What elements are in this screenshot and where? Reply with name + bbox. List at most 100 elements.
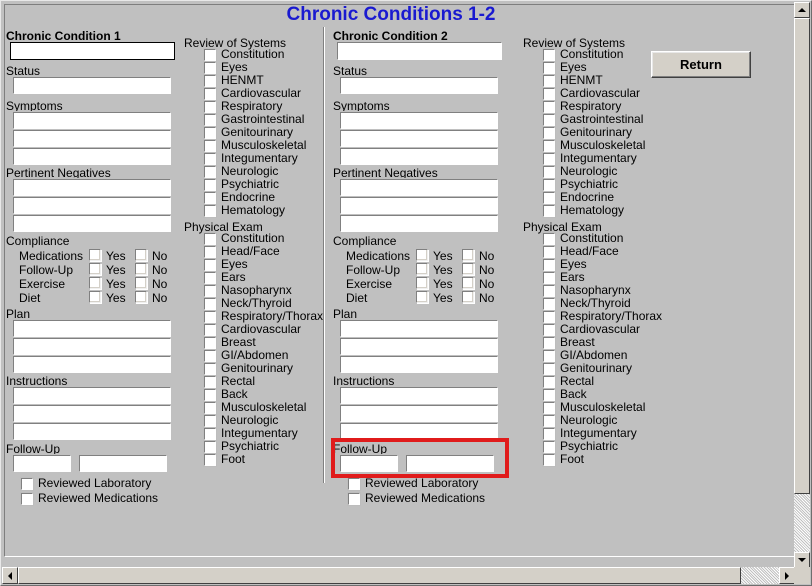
checkbox-box[interactable] xyxy=(542,349,556,363)
compliance-no-checkbox-1-3[interactable] xyxy=(135,277,147,289)
symptoms-input-1-2[interactable] xyxy=(12,129,172,148)
plan-input-2-1[interactable] xyxy=(339,319,499,338)
checkbox-box[interactable] xyxy=(542,297,556,311)
checkbox-box[interactable] xyxy=(347,477,361,491)
checkbox-box[interactable] xyxy=(542,362,556,376)
checkbox-box[interactable] xyxy=(542,139,556,153)
checkbox-box[interactable] xyxy=(203,310,217,324)
compliance-no-checkbox-2-4[interactable] xyxy=(462,291,474,303)
checkbox-box[interactable] xyxy=(542,178,556,192)
instructions-input-2-2[interactable] xyxy=(339,404,499,423)
checkbox-box[interactable] xyxy=(542,204,556,218)
checkbox-box[interactable] xyxy=(203,401,217,415)
instructions-input-1-3[interactable] xyxy=(12,422,172,441)
checkbox-box[interactable] xyxy=(203,297,217,311)
checkbox-box[interactable] xyxy=(542,427,556,441)
status-input-2[interactable] xyxy=(339,76,499,95)
checkbox-box[interactable] xyxy=(542,100,556,114)
symptoms-input-2-1[interactable] xyxy=(339,111,499,130)
checkbox-box[interactable] xyxy=(542,113,556,127)
checkbox-box[interactable] xyxy=(542,323,556,337)
compliance-yes-checkbox-1-4[interactable] xyxy=(89,291,101,303)
checkbox-box[interactable] xyxy=(203,232,217,246)
plan-input-1-1[interactable] xyxy=(12,319,172,338)
checkbox-box[interactable] xyxy=(203,414,217,428)
checkbox-box[interactable] xyxy=(203,284,217,298)
compliance-no-checkbox-1-1[interactable] xyxy=(135,249,147,261)
scroll-left-button[interactable] xyxy=(2,567,18,584)
horizontal-scroll-thumb[interactable] xyxy=(18,567,741,584)
instructions-input-1-1[interactable] xyxy=(12,386,172,405)
follow-up-input-2-2[interactable] xyxy=(405,454,495,473)
instructions-input-2-3[interactable] xyxy=(339,422,499,441)
checkbox-box[interactable] xyxy=(542,191,556,205)
compliance-yes-checkbox-2-4[interactable] xyxy=(416,291,428,303)
checkbox-box[interactable] xyxy=(203,271,217,285)
checkbox-box[interactable] xyxy=(203,74,217,88)
compliance-yes-checkbox-1-3[interactable] xyxy=(89,277,101,289)
checkbox-box[interactable] xyxy=(203,375,217,389)
checkbox-box[interactable] xyxy=(542,258,556,272)
compliance-no-checkbox-1-2[interactable] xyxy=(135,263,147,275)
follow-up-input-2-1[interactable] xyxy=(339,454,399,473)
checkbox-box[interactable] xyxy=(203,126,217,140)
checkbox-box[interactable] xyxy=(542,440,556,454)
checkbox-box[interactable] xyxy=(542,74,556,88)
checkbox-box[interactable] xyxy=(542,232,556,246)
checkbox-box[interactable] xyxy=(203,87,217,101)
checkbox-box[interactable] xyxy=(20,492,34,506)
instructions-input-1-2[interactable] xyxy=(12,404,172,423)
pertinent-negatives-input-1-3[interactable] xyxy=(12,214,172,233)
compliance-no-checkbox-2-1[interactable] xyxy=(462,249,474,261)
checkbox-box[interactable] xyxy=(542,126,556,140)
compliance-no-checkbox-1-4[interactable] xyxy=(135,291,147,303)
pertinent-negatives-input-2-3[interactable] xyxy=(339,214,499,233)
checkbox-box[interactable] xyxy=(203,178,217,192)
checkbox-box[interactable] xyxy=(542,414,556,428)
horizontal-scrollbar[interactable] xyxy=(2,567,795,584)
follow-up-input-1-1[interactable] xyxy=(12,454,72,473)
checkbox-box[interactable] xyxy=(347,492,361,506)
checkbox-box[interactable] xyxy=(203,165,217,179)
compliance-yes-checkbox-2-2[interactable] xyxy=(416,263,428,275)
condition-2-input[interactable] xyxy=(336,41,503,61)
checkbox-box[interactable] xyxy=(542,87,556,101)
checkbox-box[interactable] xyxy=(203,139,217,153)
pertinent-negatives-input-2-2[interactable] xyxy=(339,196,499,215)
checkbox-box[interactable] xyxy=(542,245,556,259)
symptoms-input-2-3[interactable] xyxy=(339,147,499,166)
checkbox-box[interactable] xyxy=(542,152,556,166)
plan-input-2-3[interactable] xyxy=(339,355,499,374)
checkbox-box[interactable] xyxy=(203,113,217,127)
pertinent-negatives-input-2-1[interactable] xyxy=(339,178,499,197)
checkbox-box[interactable] xyxy=(542,388,556,402)
status-input-1[interactable] xyxy=(12,76,172,95)
symptoms-input-2-2[interactable] xyxy=(339,129,499,148)
checkbox-box[interactable] xyxy=(203,388,217,402)
compliance-yes-checkbox-1-2[interactable] xyxy=(89,263,101,275)
checkbox-box[interactable] xyxy=(203,362,217,376)
compliance-yes-checkbox-2-3[interactable] xyxy=(416,277,428,289)
checkbox-box[interactable] xyxy=(203,349,217,363)
scroll-right-button[interactable] xyxy=(779,567,795,584)
pertinent-negatives-input-1-2[interactable] xyxy=(12,196,172,215)
scroll-down-button[interactable] xyxy=(794,552,810,568)
checkbox-box[interactable] xyxy=(203,427,217,441)
vertical-scrollbar[interactable] xyxy=(794,2,810,568)
checkbox-box[interactable] xyxy=(203,61,217,75)
pertinent-negatives-input-1-1[interactable] xyxy=(12,178,172,197)
checkbox-box[interactable] xyxy=(203,245,217,259)
checkbox-box[interactable] xyxy=(542,165,556,179)
symptoms-input-1-3[interactable] xyxy=(12,147,172,166)
checkbox-box[interactable] xyxy=(203,152,217,166)
compliance-yes-checkbox-2-1[interactable] xyxy=(416,249,428,261)
checkbox-box[interactable] xyxy=(203,336,217,350)
plan-input-1-3[interactable] xyxy=(12,355,172,374)
checkbox-box[interactable] xyxy=(203,440,217,454)
symptoms-input-1-1[interactable] xyxy=(12,111,172,130)
compliance-yes-checkbox-1-1[interactable] xyxy=(89,249,101,261)
checkbox-box[interactable] xyxy=(20,477,34,491)
compliance-no-checkbox-2-2[interactable] xyxy=(462,263,474,275)
checkbox-box[interactable] xyxy=(542,310,556,324)
checkbox-box[interactable] xyxy=(542,48,556,62)
